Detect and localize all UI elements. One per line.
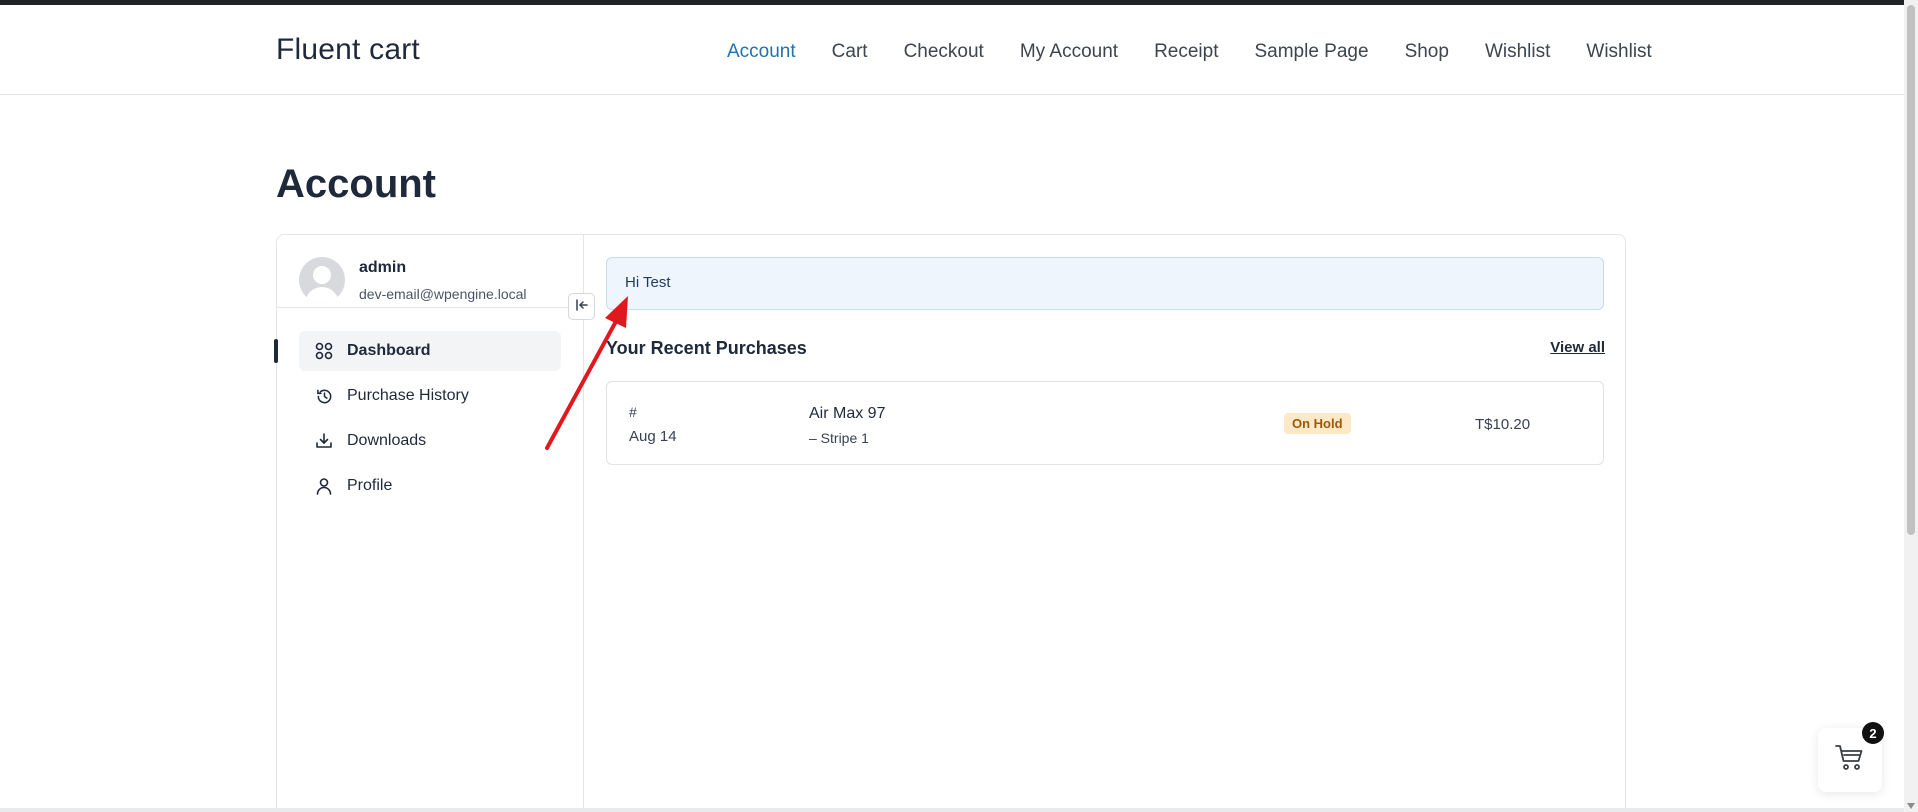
sidebar-item-label: Downloads	[347, 432, 427, 449]
nav-item-cart[interactable]: Cart	[832, 41, 868, 63]
nav-item-receipt[interactable]: Receipt	[1154, 41, 1218, 63]
nav-item-account[interactable]: Account	[727, 41, 796, 63]
nav-item-checkout[interactable]: Checkout	[904, 41, 984, 63]
view-all-link[interactable]: View all	[1550, 339, 1605, 356]
dashboard-main: Hi Test Your Recent Purchases View all #…	[585, 235, 1625, 812]
page-scrollbar[interactable]	[1904, 0, 1918, 812]
nav-item-shop[interactable]: Shop	[1405, 41, 1449, 63]
history-icon	[314, 386, 334, 406]
order-variant: – Stripe 1	[809, 430, 869, 446]
nav-item-sample-page[interactable]: Sample Page	[1254, 41, 1368, 63]
sidebar-item-purchase-history[interactable]: Purchase History	[299, 376, 561, 416]
sidebar-item-dashboard[interactable]: Dashboard	[299, 331, 561, 371]
grid-icon	[314, 341, 334, 361]
user-card: admin dev-email@wpengine.local	[299, 249, 569, 309]
avatar	[299, 257, 345, 303]
cart-icon	[1835, 744, 1865, 777]
nav-item-my-account[interactable]: My Account	[1020, 41, 1118, 63]
bottom-edge	[0, 808, 1904, 812]
order-row[interactable]: # Aug 14 Air Max 97 – Stripe 1 On Hold T…	[606, 381, 1604, 465]
user-icon	[314, 476, 334, 496]
nav-item-wishlist[interactable]: Wishlist	[1485, 41, 1550, 63]
account-panel: admin dev-email@wpengine.local Dashboard	[274, 234, 1626, 812]
user-name: admin	[359, 259, 407, 276]
page-title: Account	[276, 162, 436, 206]
site-title[interactable]: Fluent cart	[276, 33, 420, 67]
account-sidebar: admin dev-email@wpengine.local Dashboard	[274, 235, 584, 812]
sidebar-item-profile[interactable]: Profile	[299, 466, 561, 506]
sidebar-item-label: Dashboard	[347, 342, 431, 359]
cart-count-badge: 2	[1862, 722, 1884, 744]
sidebar-item-label: Purchase History	[347, 387, 469, 404]
main-nav: Account Cart Checkout My Account Receipt…	[727, 41, 1688, 63]
sidebar-menu: Dashboard Purchase History Downloads Pro…	[299, 331, 561, 511]
divider	[277, 307, 584, 308]
user-email: dev-email@wpengine.local	[359, 286, 527, 302]
active-indicator	[274, 339, 278, 363]
sidebar-item-downloads[interactable]: Downloads	[299, 421, 561, 461]
sidebar-item-label: Profile	[347, 477, 393, 494]
order-product: Air Max 97	[809, 405, 886, 422]
scroll-down-icon[interactable]	[1907, 803, 1915, 809]
scrollbar-thumb[interactable]	[1907, 5, 1915, 535]
status-badge: On Hold	[1284, 413, 1351, 434]
download-icon	[314, 431, 334, 451]
greeting-banner: Hi Test	[606, 257, 1604, 310]
site-header: Fluent cart Account Cart Checkout My Acc…	[0, 5, 1904, 95]
nav-item-wishlist-2[interactable]: Wishlist	[1586, 41, 1651, 63]
order-total: T$10.20	[1475, 416, 1531, 433]
annotation-arrow-icon	[545, 296, 628, 450]
